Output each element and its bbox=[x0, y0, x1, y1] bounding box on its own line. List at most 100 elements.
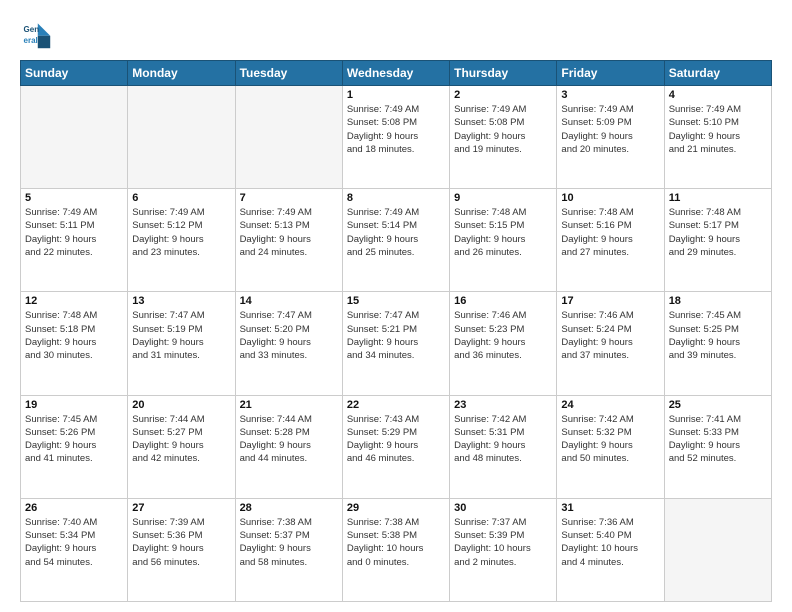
logo-icon: Gen eral bbox=[20, 18, 52, 50]
day-info: Sunrise: 7:48 AM Sunset: 5:15 PM Dayligh… bbox=[454, 206, 552, 259]
day-info: Sunrise: 7:45 AM Sunset: 5:25 PM Dayligh… bbox=[669, 309, 767, 362]
calendar-cell: 21 Sunrise: 7:44 AM Sunset: 5:28 PM Dayli… bbox=[235, 395, 342, 498]
day-info: Sunrise: 7:44 AM Sunset: 5:28 PM Dayligh… bbox=[240, 413, 338, 466]
day-info: Sunrise: 7:49 AM Sunset: 5:12 PM Dayligh… bbox=[132, 206, 230, 259]
day-number: 13 bbox=[132, 295, 230, 307]
calendar-cell: 10 Sunrise: 7:48 AM Sunset: 5:16 PM Dayli… bbox=[557, 189, 664, 292]
day-number: 26 bbox=[25, 502, 123, 514]
day-number: 10 bbox=[561, 192, 659, 204]
day-number: 29 bbox=[347, 502, 445, 514]
day-number: 27 bbox=[132, 502, 230, 514]
calendar-cell: 4 Sunrise: 7:49 AM Sunset: 5:10 PM Daylig… bbox=[664, 86, 771, 189]
day-number: 4 bbox=[669, 89, 767, 101]
day-info: Sunrise: 7:38 AM Sunset: 5:38 PM Dayligh… bbox=[347, 516, 445, 569]
day-info: Sunrise: 7:43 AM Sunset: 5:29 PM Dayligh… bbox=[347, 413, 445, 466]
calendar-cell: 9 Sunrise: 7:48 AM Sunset: 5:15 PM Daylig… bbox=[450, 189, 557, 292]
weekday-header-friday: Friday bbox=[557, 61, 664, 86]
weekday-header-tuesday: Tuesday bbox=[235, 61, 342, 86]
calendar-cell: 27 Sunrise: 7:39 AM Sunset: 5:36 PM Dayli… bbox=[128, 498, 235, 601]
day-number: 3 bbox=[561, 89, 659, 101]
calendar-cell: 6 Sunrise: 7:49 AM Sunset: 5:12 PM Daylig… bbox=[128, 189, 235, 292]
calendar-cell: 17 Sunrise: 7:46 AM Sunset: 5:24 PM Dayli… bbox=[557, 292, 664, 395]
day-info: Sunrise: 7:40 AM Sunset: 5:34 PM Dayligh… bbox=[25, 516, 123, 569]
day-info: Sunrise: 7:49 AM Sunset: 5:14 PM Dayligh… bbox=[347, 206, 445, 259]
day-info: Sunrise: 7:37 AM Sunset: 5:39 PM Dayligh… bbox=[454, 516, 552, 569]
calendar-cell bbox=[235, 86, 342, 189]
day-number: 18 bbox=[669, 295, 767, 307]
day-info: Sunrise: 7:48 AM Sunset: 5:18 PM Dayligh… bbox=[25, 309, 123, 362]
day-number: 15 bbox=[347, 295, 445, 307]
day-info: Sunrise: 7:49 AM Sunset: 5:11 PM Dayligh… bbox=[25, 206, 123, 259]
day-number: 2 bbox=[454, 89, 552, 101]
calendar-week-5: 26 Sunrise: 7:40 AM Sunset: 5:34 PM Dayli… bbox=[21, 498, 772, 601]
day-info: Sunrise: 7:46 AM Sunset: 5:24 PM Dayligh… bbox=[561, 309, 659, 362]
calendar-cell: 18 Sunrise: 7:45 AM Sunset: 5:25 PM Dayli… bbox=[664, 292, 771, 395]
calendar-cell: 8 Sunrise: 7:49 AM Sunset: 5:14 PM Daylig… bbox=[342, 189, 449, 292]
weekday-header-monday: Monday bbox=[128, 61, 235, 86]
calendar-cell: 12Sunrise: 7:48 AM Sunset: 5:18 PM Dayli… bbox=[21, 292, 128, 395]
day-number: 8 bbox=[347, 192, 445, 204]
calendar-cell: 20 Sunrise: 7:44 AM Sunset: 5:27 PM Dayli… bbox=[128, 395, 235, 498]
day-info: Sunrise: 7:47 AM Sunset: 5:20 PM Dayligh… bbox=[240, 309, 338, 362]
calendar-body: 1Sunrise: 7:49 AM Sunset: 5:08 PM Daylig… bbox=[21, 86, 772, 602]
day-info: Sunrise: 7:42 AM Sunset: 5:31 PM Dayligh… bbox=[454, 413, 552, 466]
day-number: 17 bbox=[561, 295, 659, 307]
day-number: 24 bbox=[561, 399, 659, 411]
day-number: 30 bbox=[454, 502, 552, 514]
day-number: 21 bbox=[240, 399, 338, 411]
calendar-cell: 31Sunrise: 7:36 AM Sunset: 5:40 PM Dayli… bbox=[557, 498, 664, 601]
day-info: Sunrise: 7:49 AM Sunset: 5:09 PM Dayligh… bbox=[561, 103, 659, 156]
svg-text:Gen: Gen bbox=[24, 25, 40, 34]
day-number: 20 bbox=[132, 399, 230, 411]
day-number: 9 bbox=[454, 192, 552, 204]
day-info: Sunrise: 7:36 AM Sunset: 5:40 PM Dayligh… bbox=[561, 516, 659, 569]
day-number: 5 bbox=[25, 192, 123, 204]
calendar-week-2: 5 Sunrise: 7:49 AM Sunset: 5:11 PM Daylig… bbox=[21, 189, 772, 292]
page: Gen eral SundayMondayTuesdayWednesdayThu… bbox=[0, 0, 792, 612]
day-info: Sunrise: 7:46 AM Sunset: 5:23 PM Dayligh… bbox=[454, 309, 552, 362]
calendar-cell: 11Sunrise: 7:48 AM Sunset: 5:17 PM Dayli… bbox=[664, 189, 771, 292]
calendar-week-4: 19 Sunrise: 7:45 AM Sunset: 5:26 PM Dayli… bbox=[21, 395, 772, 498]
day-info: Sunrise: 7:49 AM Sunset: 5:10 PM Dayligh… bbox=[669, 103, 767, 156]
svg-text:eral: eral bbox=[24, 36, 38, 45]
calendar-cell: 14Sunrise: 7:47 AM Sunset: 5:20 PM Dayli… bbox=[235, 292, 342, 395]
day-info: Sunrise: 7:49 AM Sunset: 5:13 PM Dayligh… bbox=[240, 206, 338, 259]
day-info: Sunrise: 7:44 AM Sunset: 5:27 PM Dayligh… bbox=[132, 413, 230, 466]
day-info: Sunrise: 7:48 AM Sunset: 5:16 PM Dayligh… bbox=[561, 206, 659, 259]
header: Gen eral bbox=[20, 18, 772, 50]
calendar-cell: 7 Sunrise: 7:49 AM Sunset: 5:13 PM Daylig… bbox=[235, 189, 342, 292]
day-info: Sunrise: 7:45 AM Sunset: 5:26 PM Dayligh… bbox=[25, 413, 123, 466]
day-number: 28 bbox=[240, 502, 338, 514]
day-info: Sunrise: 7:39 AM Sunset: 5:36 PM Dayligh… bbox=[132, 516, 230, 569]
day-number: 25 bbox=[669, 399, 767, 411]
day-number: 6 bbox=[132, 192, 230, 204]
calendar-week-3: 12Sunrise: 7:48 AM Sunset: 5:18 PM Dayli… bbox=[21, 292, 772, 395]
day-info: Sunrise: 7:42 AM Sunset: 5:32 PM Dayligh… bbox=[561, 413, 659, 466]
calendar-cell: 5 Sunrise: 7:49 AM Sunset: 5:11 PM Daylig… bbox=[21, 189, 128, 292]
calendar-table: SundayMondayTuesdayWednesdayThursdayFrid… bbox=[20, 60, 772, 602]
day-number: 22 bbox=[347, 399, 445, 411]
day-number: 19 bbox=[25, 399, 123, 411]
calendar-cell: 29 Sunrise: 7:38 AM Sunset: 5:38 PM Dayli… bbox=[342, 498, 449, 601]
calendar-cell: 26 Sunrise: 7:40 AM Sunset: 5:34 PM Dayli… bbox=[21, 498, 128, 601]
calendar-cell: 19 Sunrise: 7:45 AM Sunset: 5:26 PM Dayli… bbox=[21, 395, 128, 498]
calendar-cell: 22 Sunrise: 7:43 AM Sunset: 5:29 PM Dayli… bbox=[342, 395, 449, 498]
calendar-cell: 2Sunrise: 7:49 AM Sunset: 5:08 PM Daylig… bbox=[450, 86, 557, 189]
day-info: Sunrise: 7:48 AM Sunset: 5:17 PM Dayligh… bbox=[669, 206, 767, 259]
day-number: 7 bbox=[240, 192, 338, 204]
calendar-cell: 15 Sunrise: 7:47 AM Sunset: 5:21 PM Dayli… bbox=[342, 292, 449, 395]
day-number: 16 bbox=[454, 295, 552, 307]
day-info: Sunrise: 7:47 AM Sunset: 5:21 PM Dayligh… bbox=[347, 309, 445, 362]
calendar-cell: 13Sunrise: 7:47 AM Sunset: 5:19 PM Dayli… bbox=[128, 292, 235, 395]
day-info: Sunrise: 7:41 AM Sunset: 5:33 PM Dayligh… bbox=[669, 413, 767, 466]
day-info: Sunrise: 7:38 AM Sunset: 5:37 PM Dayligh… bbox=[240, 516, 338, 569]
calendar-cell: 16 Sunrise: 7:46 AM Sunset: 5:23 PM Dayli… bbox=[450, 292, 557, 395]
weekday-header-sunday: Sunday bbox=[21, 61, 128, 86]
weekday-header-thursday: Thursday bbox=[450, 61, 557, 86]
calendar-cell: 23Sunrise: 7:42 AM Sunset: 5:31 PM Dayli… bbox=[450, 395, 557, 498]
weekday-header-row: SundayMondayTuesdayWednesdayThursdayFrid… bbox=[21, 61, 772, 86]
calendar-cell: 28 Sunrise: 7:38 AM Sunset: 5:37 PM Dayli… bbox=[235, 498, 342, 601]
calendar-cell: 24 Sunrise: 7:42 AM Sunset: 5:32 PM Dayli… bbox=[557, 395, 664, 498]
calendar-cell: 30 Sunrise: 7:37 AM Sunset: 5:39 PM Dayli… bbox=[450, 498, 557, 601]
calendar-cell bbox=[128, 86, 235, 189]
